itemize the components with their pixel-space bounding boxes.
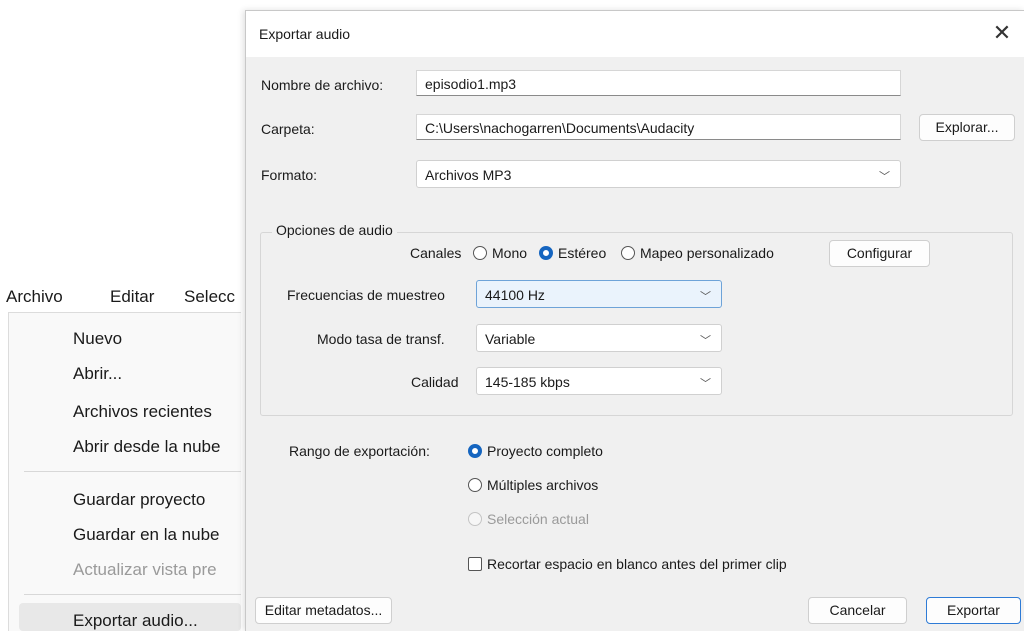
quality-label: Calidad	[411, 374, 459, 390]
menu-item-guardar-en-nube[interactable]: Guardar en la nube	[73, 525, 220, 545]
chevron-down-icon: ﹀	[700, 378, 711, 390]
radio-current-selection-label: Selección actual	[487, 511, 589, 527]
format-label: Formato:	[261, 167, 318, 183]
trim-silence-label[interactable]: Recortar espacio en blanco antes del pri…	[487, 556, 787, 572]
edit-metadata-button[interactable]: Editar metadatos...	[255, 597, 392, 624]
archivo-menu-popup: Nuevo Abrir... Archivos recientes Abrir …	[8, 312, 241, 631]
menu-separator	[24, 594, 241, 595]
radio-whole-project[interactable]	[468, 444, 482, 458]
radio-mono-label[interactable]: Mono	[492, 245, 527, 261]
close-icon[interactable]: ✕	[987, 19, 1017, 49]
menu-editar[interactable]: Editar	[110, 287, 154, 307]
menu-seleccionar[interactable]: Selecc	[184, 287, 235, 307]
menu-separator	[24, 471, 241, 472]
radio-custom-mapping[interactable]	[621, 246, 635, 260]
bitrate-mode-value: Variable	[485, 331, 536, 347]
filename-input[interactable]: episodio1.mp3	[416, 70, 901, 96]
folder-input[interactable]: C:\Users\nachogarren\Documents\Audacity	[416, 114, 901, 140]
quality-select[interactable]: 145-185 kbps ﹀	[476, 367, 722, 395]
filename-label: Nombre de archivo:	[261, 77, 384, 93]
radio-mono[interactable]	[473, 246, 487, 260]
sample-rate-value: 44100 Hz	[485, 287, 545, 303]
dialog-titlebar: Exportar audio ✕	[246, 11, 1024, 57]
sample-rate-label: Frecuencias de muestreo	[287, 287, 445, 303]
radio-stereo[interactable]	[539, 246, 553, 260]
audio-options-title: Opciones de audio	[272, 222, 397, 238]
quality-value: 145-185 kbps	[485, 374, 570, 390]
browse-button[interactable]: Explorar...	[919, 114, 1015, 141]
chevron-down-icon: ﹀	[700, 291, 711, 303]
menu-item-archivos-recientes[interactable]: Archivos recientes	[73, 402, 212, 422]
configure-button[interactable]: Configurar	[829, 240, 930, 267]
channels-label: Canales	[410, 245, 462, 261]
menu-item-actualizar-vista-previa: Actualizar vista pre	[73, 560, 217, 579]
radio-current-selection	[468, 512, 482, 526]
export-audio-dialog: Exportar audio ✕ Nombre de archivo: epis…	[245, 10, 1024, 631]
chevron-down-icon: ﹀	[700, 335, 711, 347]
trim-silence-checkbox[interactable]	[468, 557, 482, 571]
bitrate-mode-label: Modo tasa de transf.	[317, 331, 445, 347]
radio-multiple-files[interactable]	[468, 478, 482, 492]
menu-archivo[interactable]: Archivo	[6, 287, 63, 307]
dialog-body: Nombre de archivo: episodio1.mp3 Carpeta…	[246, 57, 1024, 631]
radio-whole-project-label[interactable]: Proyecto completo	[487, 443, 603, 459]
sample-rate-select[interactable]: 44100 Hz ﹀	[476, 280, 722, 308]
folder-label: Carpeta:	[261, 121, 315, 137]
radio-multiple-files-label[interactable]: Múltiples archivos	[487, 477, 598, 493]
dialog-title: Exportar audio	[259, 26, 351, 42]
app-menubar: Archivo Editar Selecc	[0, 275, 240, 315]
bitrate-mode-select[interactable]: Variable ﹀	[476, 324, 722, 352]
menu-item-exportar-audio[interactable]: Exportar audio...	[73, 611, 198, 631]
cancel-button[interactable]: Cancelar	[808, 597, 907, 624]
menu-item-guardar-proyecto[interactable]: Guardar proyecto	[73, 490, 205, 510]
export-button[interactable]: Exportar	[926, 597, 1021, 624]
menu-item-abrir[interactable]: Abrir...	[73, 364, 122, 384]
radio-custom-mapping-label[interactable]: Mapeo personalizado	[640, 245, 774, 261]
format-value: Archivos MP3	[425, 167, 512, 183]
menu-item-abrir-desde-nube[interactable]: Abrir desde la nube	[73, 437, 220, 457]
chevron-down-icon: ﹀	[879, 171, 890, 183]
radio-stereo-label[interactable]: Estéreo	[558, 245, 606, 261]
format-select[interactable]: Archivos MP3 ﹀	[416, 160, 901, 188]
export-range-label: Rango de exportación:	[289, 443, 430, 459]
menu-item-nuevo[interactable]: Nuevo	[73, 329, 122, 349]
